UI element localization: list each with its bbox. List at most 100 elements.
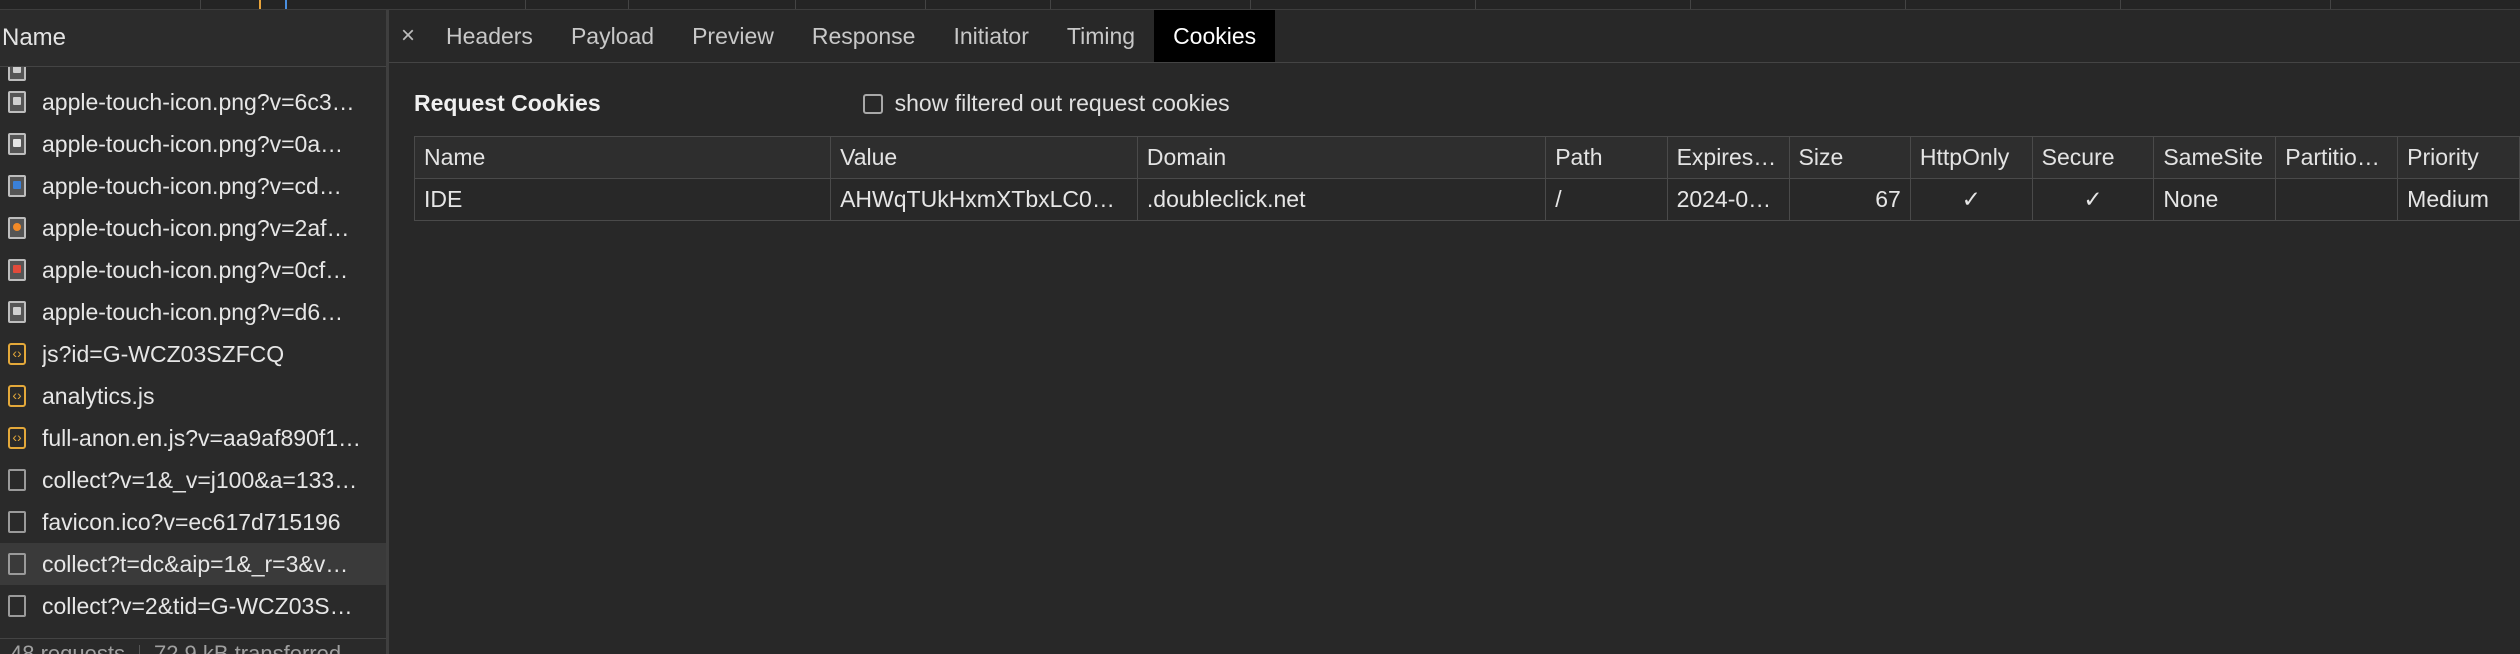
cookies-table-body: IDE AHWqTUkHxmXTbxLC0… .doubleclick.net/20…: [413, 178, 2520, 221]
request-row[interactable]: js?id=G-WCZ03SZFCQ: [0, 333, 386, 375]
cookie-samesite-cell: None: [2153, 178, 2277, 221]
request-name: full-anon.en.js?v=aa9af890f1…: [42, 424, 362, 451]
cookies-column-header[interactable]: Size: [1788, 136, 1911, 179]
tab-response[interactable]: Response: [793, 10, 935, 62]
request-cookies-header: Request Cookies show filtered out reques…: [414, 90, 1230, 117]
script-icon: [8, 343, 26, 365]
image-icon: [8, 217, 26, 239]
timeline-tick: [525, 0, 526, 9]
document-icon: [8, 595, 26, 617]
request-row[interactable]: apple-touch-icon.png?v=2af…: [0, 207, 386, 249]
tab-timing[interactable]: Timing: [1048, 10, 1154, 62]
tab-cookies[interactable]: Cookies: [1154, 10, 1276, 62]
request-name: [42, 67, 48, 81]
request-name: apple-touch-icon.png?v=6c3…: [42, 88, 355, 115]
cookie-partition-cell: [2275, 178, 2399, 221]
request-row[interactable]: favicon.ico?v=ec617d715196: [0, 501, 386, 543]
request-row[interactable]: analytics.js: [0, 375, 386, 417]
request-row[interactable]: apple-touch-icon.png?v=6c3…: [0, 81, 386, 123]
tab-headers[interactable]: Headers: [427, 10, 552, 62]
request-name: apple-touch-icon.png?v=0cf…: [42, 256, 349, 283]
request-name: collect?v=1&_v=j100&a=133…: [42, 466, 358, 493]
request-row[interactable]: collect?v=2&tid=G-WCZ03S…: [0, 585, 386, 627]
cookie-row[interactable]: IDE AHWqTUkHxmXTbxLC0… .doubleclick.net/20…: [413, 178, 2520, 221]
cookies-column-header[interactable]: Name: [413, 136, 832, 179]
request-name: apple-touch-icon.png?v=2af…: [42, 214, 350, 241]
tab-initiator[interactable]: Initiator: [934, 10, 1047, 62]
details-tab-bar: × Headers Payload Preview Response Initiator…: [389, 10, 2520, 63]
request-row[interactable]: collect?v=1&_v=j100&a=133…: [0, 459, 386, 501]
request-name: apple-touch-icon.png?v=d6…: [42, 298, 344, 325]
request-row[interactable]: apple-touch-icon.png?v=0a…: [0, 123, 386, 165]
transferred-size: 72.9 kB transferred: [153, 641, 342, 654]
cookie-priority-cell: Medium: [2397, 178, 2520, 221]
request-cookies-title: Request Cookies: [414, 90, 601, 116]
request-name: apple-touch-icon.png?v=cd…: [42, 172, 342, 199]
request-name: collect?t=dc&aip=1&_r=3&v…: [42, 550, 349, 577]
status-divider: [138, 645, 140, 654]
timeline-tick: [2120, 0, 2121, 9]
timeline-load-marker: [285, 0, 287, 9]
image-icon: [8, 133, 26, 155]
document-icon: [8, 553, 26, 575]
image-icon: [8, 91, 26, 113]
cookie-path-cell: /: [1545, 178, 1668, 221]
timeline-tick: [1690, 0, 1691, 9]
request-cookies-table: Name Value Domain Path Expires… Size HttpOnly S…: [413, 136, 2520, 221]
request-row[interactable]: apple-touch-icon.png?v=cd…: [0, 165, 386, 207]
timeline-tick: [200, 0, 201, 9]
show-filtered-cookies-checkbox[interactable]: [862, 93, 883, 114]
request-name: analytics.js: [42, 382, 155, 409]
cookies-column-header[interactable]: Priority: [2397, 136, 2520, 179]
name-column-header[interactable]: Name: [0, 10, 386, 67]
cookies-column-header[interactable]: Partitio…: [2275, 136, 2399, 179]
request-list-panel: Name apple-touch-icon.png?v=6c3… apple-to…: [0, 10, 389, 654]
cookies-column-header[interactable]: Path: [1545, 136, 1668, 179]
request-row[interactable]: apple-touch-icon.png?v=d6…: [0, 291, 386, 333]
network-status-bar: 48 requests 72.9 kB transferred: [0, 638, 386, 654]
request-row[interactable]: apple-touch-icon.png?v=0cf…: [0, 249, 386, 291]
document-icon: [8, 469, 26, 491]
request-name: collect?v=2&tid=G-WCZ03S…: [42, 592, 353, 619]
cookie-httponly-cell: ✓: [1909, 178, 2033, 221]
timeline-tick: [1050, 0, 1051, 9]
timeline-tick: [628, 0, 629, 9]
image-icon: [8, 259, 26, 281]
timeline-tick: [1475, 0, 1476, 9]
cookie-domain-cell: .doubleclick.net: [1136, 178, 1547, 221]
request-name: favicon.ico?v=ec617d715196: [42, 508, 341, 535]
cookies-column-header[interactable]: SameSite: [2153, 136, 2277, 179]
image-icon: [8, 301, 26, 323]
cookies-column-header[interactable]: Expires…: [1666, 136, 1790, 179]
cookie-size-cell: 67: [1788, 178, 1911, 221]
name-column-label: Name: [2, 24, 67, 51]
image-icon: [8, 67, 26, 81]
document-icon: [8, 511, 26, 533]
timeline-dom-content-marker: [259, 0, 261, 9]
tab-payload[interactable]: Payload: [552, 10, 673, 62]
timeline-tick: [1250, 0, 1251, 9]
close-icon[interactable]: ×: [389, 10, 427, 62]
request-row[interactable]: collect?t=dc&aip=1&_r=3&v…: [0, 543, 386, 585]
cookie-secure-cell: ✓: [2031, 178, 2155, 221]
request-list: apple-touch-icon.png?v=6c3… apple-touch-i…: [0, 67, 386, 627]
request-count: 48 requests: [10, 641, 125, 654]
cookie-expires-cell: 2024-0…: [1666, 178, 1790, 221]
network-timeline-overview[interactable]: [0, 0, 2520, 10]
request-name: js?id=G-WCZ03SZFCQ: [42, 340, 285, 367]
cookie-name-cell: IDE: [413, 178, 832, 221]
cookies-column-header[interactable]: HttpOnly: [1909, 136, 2033, 179]
cookies-header-row: Name Value Domain Path Expires… Size HttpOnly S…: [413, 136, 2520, 179]
timeline-tick: [925, 0, 926, 9]
cookies-column-header[interactable]: Value: [830, 136, 1138, 179]
script-icon: [8, 385, 26, 407]
request-row-partial[interactable]: [0, 67, 386, 81]
request-row[interactable]: full-anon.en.js?v=aa9af890f1…: [0, 417, 386, 459]
tab-preview[interactable]: Preview: [673, 10, 793, 62]
cookies-column-header[interactable]: Secure: [2031, 136, 2155, 179]
show-filtered-cookies-label[interactable]: show filtered out request cookies: [895, 90, 1230, 117]
cookie-value-cell: AHWqTUkHxmXTbxLC0…: [830, 178, 1138, 221]
cookies-column-header[interactable]: Domain: [1136, 136, 1547, 179]
timeline-tick: [795, 0, 796, 9]
script-icon: [8, 427, 26, 449]
